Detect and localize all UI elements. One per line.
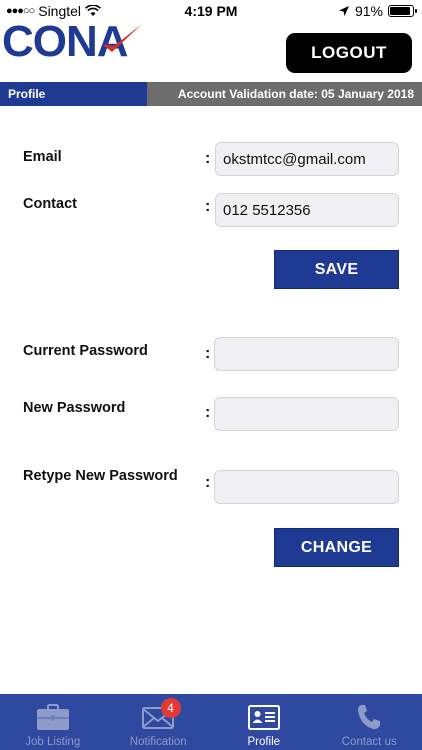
location-arrow-icon xyxy=(338,6,349,16)
new-password-colon: : xyxy=(205,404,211,421)
tab-notification[interactable]: 4 Notification xyxy=(106,694,212,750)
tab-label: Job Listing xyxy=(25,736,81,748)
battery-percent: 91% xyxy=(354,3,383,19)
contact-label: Contact xyxy=(23,196,77,212)
current-password-field[interactable] xyxy=(214,337,399,371)
current-password-label: Current Password xyxy=(23,343,148,359)
tab-profile[interactable]: Profile xyxy=(211,694,317,750)
section-title: Profile xyxy=(0,82,147,106)
info-bar: Profile Account Validation date: 05 Janu… xyxy=(0,82,422,106)
current-password-colon: : xyxy=(205,345,211,362)
briefcase-icon xyxy=(36,704,69,730)
retype-password-colon: : xyxy=(205,474,211,491)
tab-label: Notification xyxy=(129,736,187,748)
battery-icon xyxy=(388,5,417,17)
status-right: 91% xyxy=(338,3,417,19)
email-field[interactable]: okstmtcc@gmail.com xyxy=(215,142,399,176)
logout-button[interactable]: LOGOUT xyxy=(286,33,412,73)
account-validation-date: Account Validation date: 05 January 2018 xyxy=(147,82,422,106)
email-label: Email xyxy=(23,149,62,165)
new-password-field[interactable] xyxy=(214,397,399,431)
tab-contact-us[interactable]: Contact us xyxy=(317,694,422,750)
save-button[interactable]: SAVE xyxy=(274,250,399,289)
email-colon: : xyxy=(205,150,211,167)
change-password-button[interactable]: CHANGE xyxy=(274,528,399,567)
tab-job-listing[interactable]: Job Listing xyxy=(0,694,106,750)
app-logo: CONA xyxy=(2,17,144,66)
logo-checkmark-icon xyxy=(101,24,142,52)
notification-badge: 4 xyxy=(160,698,181,718)
contact-field[interactable]: 012 5512356 xyxy=(215,193,399,227)
battery-fill xyxy=(390,7,411,15)
tab-label: Contact us xyxy=(341,736,397,748)
id-card-icon xyxy=(247,705,280,730)
contact-colon: : xyxy=(205,198,211,215)
phone-icon xyxy=(358,705,381,730)
tab-bar: Job Listing 4 Notification Profile Conta… xyxy=(0,694,422,750)
new-password-label: New Password xyxy=(23,400,126,416)
retype-password-label: Retype New Password xyxy=(23,468,178,484)
tab-label: Profile xyxy=(247,736,281,748)
retype-password-field[interactable] xyxy=(214,470,399,504)
